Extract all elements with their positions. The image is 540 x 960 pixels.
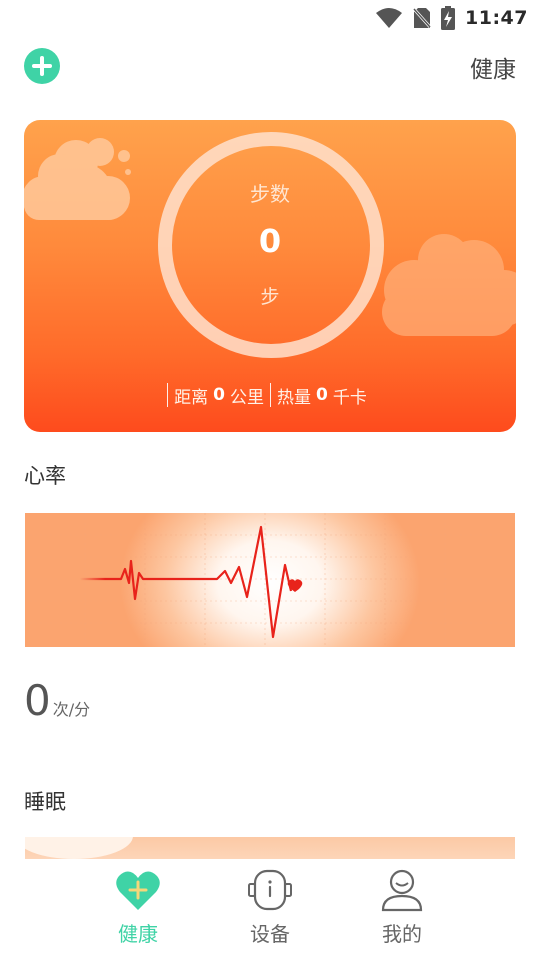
- calories-value: 0: [316, 385, 328, 405]
- nav-label-profile: 我的: [382, 922, 422, 946]
- steps-unit: 步: [260, 286, 280, 308]
- nav-label-device: 设备: [250, 922, 290, 946]
- steps-stats: 距离 0 公里 热量 0 千卡: [0, 383, 540, 408]
- steps-label: 步数: [250, 182, 290, 206]
- watch-device-icon: [248, 869, 292, 911]
- wifi-icon: [376, 8, 403, 28]
- cloud-decoration: [25, 837, 133, 859]
- sleep-title: 睡眠: [24, 790, 66, 814]
- steps-value: 0: [258, 222, 282, 260]
- distance-label: 距离: [174, 387, 209, 408]
- nav-label-health: 健康: [118, 922, 158, 946]
- page-title: 健康: [470, 57, 516, 83]
- heart-plus-icon: [116, 871, 160, 910]
- no-sim-icon: [413, 8, 432, 28]
- battery-charging-icon: [441, 6, 456, 30]
- status-bar: 11:47: [0, 0, 540, 36]
- distance-stat: 距离 0 公里: [168, 383, 270, 408]
- status-icons: 11:47: [375, 6, 528, 30]
- heart-rate-title: 心率: [24, 464, 66, 488]
- nav-item-health[interactable]: 健康: [88, 868, 188, 947]
- divider: [270, 383, 271, 407]
- nav-item-profile[interactable]: 我的: [352, 868, 452, 947]
- calories-unit: 千卡: [332, 387, 367, 408]
- distance-unit: 公里: [230, 387, 264, 408]
- heart-rate-chart[interactable]: [25, 513, 515, 647]
- heart-rate-number: 0: [24, 676, 51, 725]
- heart-rate-value: 0 次/分: [24, 680, 90, 722]
- heart-rate-unit: 次/分: [52, 700, 91, 719]
- bottom-nav: 健康 设备 我的: [0, 860, 540, 960]
- divider: [167, 383, 169, 407]
- status-time: 11:47: [465, 7, 528, 29]
- sleep-card[interactable]: [25, 837, 515, 859]
- add-button[interactable]: [24, 48, 60, 84]
- distance-value: 0: [213, 385, 225, 405]
- user-profile-icon: [381, 869, 423, 912]
- nav-item-device[interactable]: 设备: [220, 868, 320, 947]
- ecg-graph: [25, 513, 515, 647]
- calories-stat: 热量 0 千卡: [271, 383, 373, 408]
- calories-label: 热量: [277, 387, 311, 408]
